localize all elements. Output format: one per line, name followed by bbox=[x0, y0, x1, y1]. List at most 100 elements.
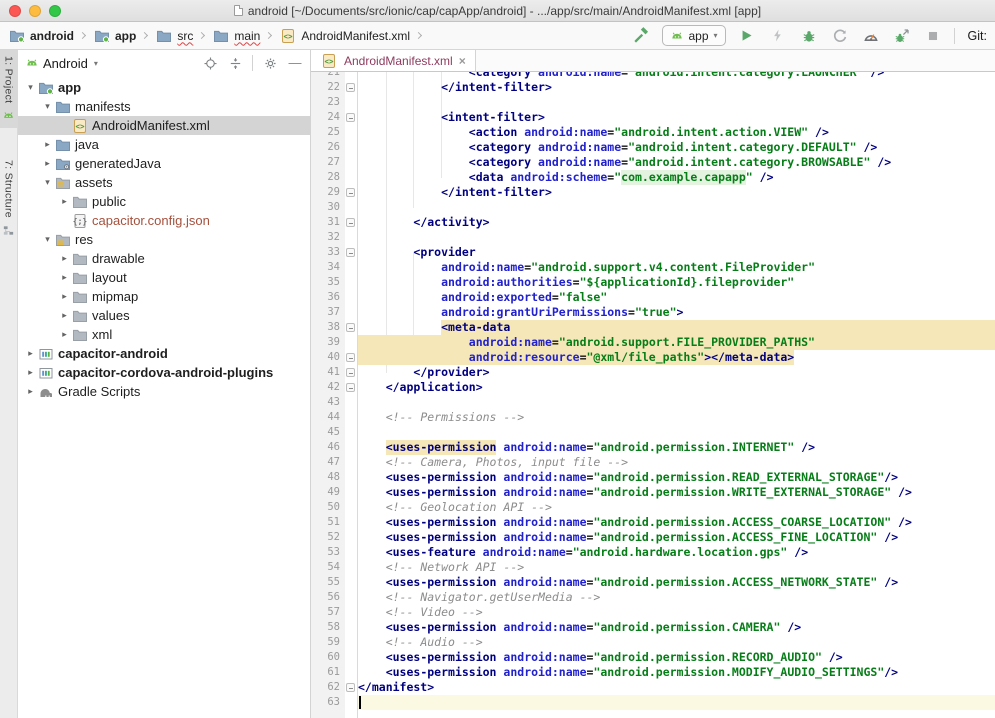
code-line-21[interactable]: <category android:name="android.intent.c… bbox=[358, 72, 995, 80]
code-line-36[interactable]: android:exported="false" bbox=[358, 290, 995, 305]
tree-item-drawable[interactable]: ▸drawable bbox=[18, 249, 310, 268]
collapse-all-icon[interactable] bbox=[227, 55, 243, 71]
fold-marker-icon[interactable] bbox=[346, 218, 355, 227]
minimize-window-button[interactable] bbox=[29, 5, 41, 17]
debug-button[interactable] bbox=[799, 26, 819, 46]
tree-item-res[interactable]: ▾res bbox=[18, 230, 310, 249]
tree-toggle-icon[interactable]: ▸ bbox=[24, 386, 37, 397]
code-line-32[interactable] bbox=[358, 230, 995, 245]
tree-item-layout[interactable]: ▸layout bbox=[18, 268, 310, 287]
code-line-23[interactable] bbox=[358, 95, 995, 110]
hide-panel-icon[interactable]: — bbox=[287, 55, 303, 71]
tree-toggle-icon[interactable]: ▸ bbox=[58, 196, 71, 207]
code-line-51[interactable]: <uses-permission android:name="android.p… bbox=[358, 515, 995, 530]
code-line-47[interactable]: <!-- Camera, Photos, input file --> bbox=[358, 455, 995, 470]
close-window-button[interactable] bbox=[9, 5, 21, 17]
code-line-34[interactable]: android:name="android.support.v4.content… bbox=[358, 260, 995, 275]
code-line-28[interactable]: <data android:scheme="com.example.capapp… bbox=[358, 170, 995, 185]
code-line-46[interactable]: <uses-permission android:name="android.p… bbox=[358, 440, 995, 455]
tree-toggle-icon[interactable]: ▸ bbox=[58, 291, 71, 302]
code-line-60[interactable]: <uses-permission android:name="android.p… bbox=[358, 650, 995, 665]
tree-item-capacitor-config-json[interactable]: {;}capacitor.config.json bbox=[18, 211, 310, 230]
tree-item-generatedjava[interactable]: ▸generatedJava bbox=[18, 154, 310, 173]
tree-toggle-icon[interactable]: ▾ bbox=[41, 234, 54, 245]
code-line-59[interactable]: <!-- Audio --> bbox=[358, 635, 995, 650]
code-line-22[interactable]: </intent-filter> bbox=[358, 80, 995, 95]
fold-marker-icon[interactable] bbox=[346, 368, 355, 377]
build-hammer-icon[interactable] bbox=[631, 26, 651, 46]
tree-item-gradle-scripts[interactable]: ▸Gradle Scripts bbox=[18, 382, 310, 401]
fold-marker-icon[interactable] bbox=[346, 248, 355, 257]
fold-marker-icon[interactable] bbox=[346, 353, 355, 362]
code-line-45[interactable] bbox=[358, 425, 995, 440]
code-line-48[interactable]: <uses-permission android:name="android.p… bbox=[358, 470, 995, 485]
project-view-selector[interactable]: Android bbox=[43, 56, 88, 71]
code-line-24[interactable]: <intent-filter> bbox=[358, 110, 995, 125]
crumb-app[interactable]: app bbox=[93, 28, 136, 44]
tree-item-assets[interactable]: ▾assets bbox=[18, 173, 310, 192]
tree-toggle-icon[interactable]: ▸ bbox=[24, 367, 37, 378]
tool-window-button-7-structure[interactable]: 7: Structure bbox=[0, 154, 18, 243]
code-line-52[interactable]: <uses-permission android:name="android.p… bbox=[358, 530, 995, 545]
tree-item-app[interactable]: ▾app bbox=[18, 78, 310, 97]
code-line-57[interactable]: <!-- Video --> bbox=[358, 605, 995, 620]
code-line-39[interactable]: android:name="android.support.FILE_PROVI… bbox=[358, 335, 995, 350]
tree-item-xml[interactable]: ▸xml bbox=[18, 325, 310, 344]
code-line-27[interactable]: <category android:name="android.intent.c… bbox=[358, 155, 995, 170]
run-button[interactable] bbox=[737, 26, 757, 46]
close-tab-icon[interactable]: × bbox=[459, 55, 466, 67]
tree-toggle-icon[interactable]: ▸ bbox=[58, 253, 71, 264]
code-line-56[interactable]: <!-- Navigator.getUserMedia --> bbox=[358, 590, 995, 605]
code-line-30[interactable] bbox=[358, 200, 995, 215]
code-line-61[interactable]: <uses-permission android:name="android.p… bbox=[358, 665, 995, 680]
code-line-31[interactable]: </activity> bbox=[358, 215, 995, 230]
fold-marker-icon[interactable] bbox=[346, 188, 355, 197]
code-line-62[interactable]: </manifest> bbox=[358, 680, 995, 695]
tree-item-capacitor-android[interactable]: ▸capacitor-android bbox=[18, 344, 310, 363]
crumb-main[interactable]: main bbox=[212, 28, 260, 44]
tree-toggle-icon[interactable]: ▾ bbox=[41, 177, 54, 188]
apply-changes-icon[interactable] bbox=[768, 26, 788, 46]
code-line-49[interactable]: <uses-permission android:name="android.p… bbox=[358, 485, 995, 500]
tree-item-mipmap[interactable]: ▸mipmap bbox=[18, 287, 310, 306]
tree-toggle-icon[interactable]: ▸ bbox=[58, 310, 71, 321]
fold-marker-icon[interactable] bbox=[346, 683, 355, 692]
tree-item-values[interactable]: ▸values bbox=[18, 306, 310, 325]
tree-toggle-icon[interactable]: ▸ bbox=[58, 272, 71, 283]
tree-toggle-icon[interactable]: ▸ bbox=[41, 158, 54, 169]
tree-item-manifests[interactable]: ▾manifests bbox=[18, 97, 310, 116]
fold-marker-icon[interactable] bbox=[346, 383, 355, 392]
editor-body[interactable]: 2122232425262728293031323334353637383940… bbox=[311, 72, 995, 718]
tool-window-button-1-project[interactable]: 1: Project bbox=[0, 50, 18, 128]
tree-item-androidmanifest-xml[interactable]: <>AndroidManifest.xml bbox=[18, 116, 310, 135]
fold-marker-icon[interactable] bbox=[346, 83, 355, 92]
crumb-android[interactable]: android bbox=[8, 28, 74, 44]
crumb-AndroidManifest.xml[interactable]: <>AndroidManifest.xml bbox=[279, 28, 410, 44]
profiler-icon[interactable] bbox=[861, 26, 881, 46]
tree-item-capacitor-cordova-android-plugins[interactable]: ▸capacitor-cordova-android-plugins bbox=[18, 363, 310, 382]
code-area[interactable]: <category android:name="android.intent.c… bbox=[358, 72, 995, 718]
run-configuration-select[interactable]: app ▾ bbox=[662, 25, 726, 46]
code-line-58[interactable]: <uses-permission android:name="android.p… bbox=[358, 620, 995, 635]
fold-marker-icon[interactable] bbox=[346, 323, 355, 332]
fold-marker-icon[interactable] bbox=[346, 113, 355, 122]
tree-toggle-icon[interactable]: ▸ bbox=[41, 139, 54, 150]
code-line-26[interactable]: <category android:name="android.intent.c… bbox=[358, 140, 995, 155]
tree-toggle-icon[interactable]: ▾ bbox=[41, 101, 54, 112]
locate-file-icon[interactable] bbox=[202, 55, 218, 71]
code-line-40[interactable]: android:resource="@xml/file_paths"></met… bbox=[358, 350, 995, 365]
code-line-38[interactable]: <meta-data bbox=[358, 320, 995, 335]
code-line-54[interactable]: <!-- Network API --> bbox=[358, 560, 995, 575]
tree-toggle-icon[interactable]: ▾ bbox=[24, 82, 37, 93]
tree-toggle-icon[interactable]: ▸ bbox=[58, 329, 71, 340]
editor-tab-androidmanifest[interactable]: <> AndroidManifest.xml × bbox=[311, 50, 476, 71]
code-line-44[interactable]: <!-- Permissions --> bbox=[358, 410, 995, 425]
code-line-33[interactable]: <provider bbox=[358, 245, 995, 260]
zoom-window-button[interactable] bbox=[49, 5, 61, 17]
attach-debugger-icon[interactable] bbox=[892, 26, 912, 46]
code-line-41[interactable]: </provider> bbox=[358, 365, 995, 380]
code-line-50[interactable]: <!-- Geolocation API --> bbox=[358, 500, 995, 515]
crumb-src[interactable]: src bbox=[155, 28, 193, 44]
code-line-55[interactable]: <uses-permission android:name="android.p… bbox=[358, 575, 995, 590]
tree-item-java[interactable]: ▸java bbox=[18, 135, 310, 154]
